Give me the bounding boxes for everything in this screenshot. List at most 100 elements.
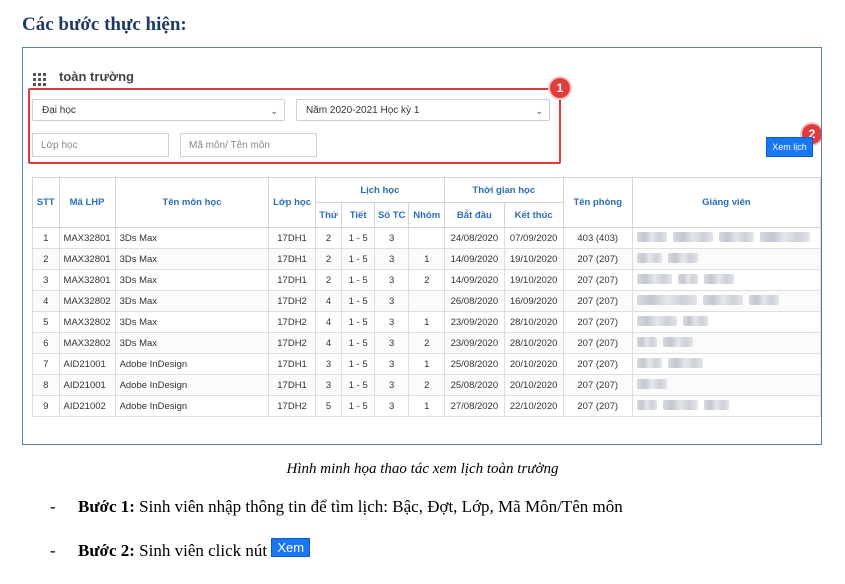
cell-bd: 24/08/2020	[443, 227, 505, 249]
section-heading: Các bước thực hiện:	[22, 14, 187, 35]
cell-lop: 17DH1	[268, 353, 316, 375]
cell-tc: 3	[373, 374, 410, 396]
cell-bd: 23/09/2020	[443, 311, 505, 333]
cell-thu: 3	[314, 353, 343, 375]
table-row: 9 AID21002 Adobe InDesign 17DH2 5 1 - 5 3 1 27/0…	[32, 395, 821, 417]
redacted-blur	[667, 357, 703, 368]
grid-menu-icon[interactable]	[33, 73, 47, 87]
cell-tc: 3	[373, 332, 410, 354]
cell-nhom: 1	[408, 248, 445, 270]
figure-caption: Hình minh họa thao tác xem lịch toàn trư…	[286, 461, 559, 477]
redacted-blur	[636, 336, 657, 347]
cell-nhom: 2	[408, 269, 445, 291]
cell-ma: MAX32802	[58, 290, 116, 312]
cell-ma: MAX32801	[58, 269, 116, 291]
subject-input[interactable]: Mã môn/ Tên môn	[180, 133, 317, 157]
redacted-blur	[702, 294, 743, 305]
cell-phong: 207 (207)	[562, 353, 633, 375]
cell-kt: 28/10/2020	[503, 332, 564, 354]
term-select-value: Năm 2020-2021 Học kỳ 1	[306, 105, 420, 116]
cell-stt: 5	[32, 311, 60, 333]
cell-tiet: 1 - 5	[341, 269, 375, 291]
cell-ten: 3Ds Max	[114, 290, 270, 312]
redacted-blur	[636, 315, 677, 326]
level-select[interactable]: Đại học ⌄	[32, 99, 285, 121]
header-phong: Tên phòng	[562, 177, 633, 228]
cell-kt: 20/10/2020	[503, 374, 564, 396]
cell-nhom: 1	[408, 353, 445, 375]
cell-thu: 4	[314, 332, 343, 354]
cell-tiet: 1 - 5	[341, 395, 375, 417]
table-row: 1 MAX32801 3Ds Max 17DH1 2 1 - 5 3 24/08/2020 07…	[32, 227, 821, 249]
header-ket-thuc: Kết thúc	[503, 202, 564, 228]
redacted-blur	[748, 294, 779, 305]
cell-tiet: 1 - 5	[341, 227, 375, 249]
redacted-blur	[636, 294, 697, 305]
redacted-blur	[718, 231, 754, 242]
view-schedule-button[interactable]: Xem lịch	[766, 137, 813, 157]
cell-tc: 3	[373, 227, 410, 249]
cell-tc: 3	[373, 290, 410, 312]
cell-phong: 207 (207)	[562, 311, 633, 333]
header-giang-vien: Giảng viên	[631, 177, 821, 228]
cell-tc: 3	[373, 248, 410, 270]
cell-bd: 26/08/2020	[443, 290, 505, 312]
cell-stt: 2	[32, 248, 60, 270]
cell-lop: 17DH1	[268, 374, 316, 396]
table-row: 5 MAX32802 3Ds Max 17DH2 4 1 - 5 3 1 23/09/2020 2…	[32, 311, 821, 333]
header-tiet: Tiết	[341, 202, 375, 228]
redacted-blur	[667, 252, 698, 263]
cell-bd: 23/09/2020	[443, 332, 505, 354]
cell-ten: 3Ds Max	[114, 269, 270, 291]
cell-ten: 3Ds Max	[114, 332, 270, 354]
redacted-blur	[636, 231, 667, 242]
cell-phong: 207 (207)	[562, 269, 633, 291]
cell-nhom	[408, 227, 445, 249]
cell-ten: Adobe InDesign	[114, 353, 270, 375]
cell-stt: 6	[32, 332, 60, 354]
redacted-blur	[703, 399, 729, 410]
cell-giang-vien-redacted	[631, 395, 821, 417]
cell-tc: 3	[373, 353, 410, 375]
header-lich-hoc: Lịch học	[314, 177, 445, 203]
cell-bd: 25/08/2020	[443, 353, 505, 375]
cell-thu: 2	[314, 227, 343, 249]
cell-tc: 3	[373, 395, 410, 417]
level-select-value: Đại học	[42, 105, 76, 116]
step-1-label: Bước 1:	[78, 497, 135, 516]
table-row: 3 MAX32801 3Ds Max 17DH1 2 1 - 5 3 2 14/09/2020 1…	[32, 269, 821, 291]
cell-phong: 207 (207)	[562, 290, 633, 312]
cell-thu: 2	[314, 248, 343, 270]
step-1: - Bước 1: Sinh viên nhập thông tin để tìm…	[50, 497, 623, 516]
redacted-blur	[662, 336, 693, 347]
cell-tiet: 1 - 5	[341, 290, 375, 312]
cell-phong: 207 (207)	[562, 374, 633, 396]
cell-giang-vien-redacted	[631, 353, 821, 375]
table-row: 6 MAX32802 3Ds Max 17DH2 4 1 - 5 3 2 23/09/2020 2…	[32, 332, 821, 354]
cell-ten: 3Ds Max	[114, 248, 270, 270]
cell-lop: 17DH1	[268, 269, 316, 291]
cell-kt: 07/09/2020	[503, 227, 564, 249]
cell-kt: 16/09/2020	[503, 290, 564, 312]
cell-kt: 28/10/2020	[503, 311, 564, 333]
cell-stt: 3	[32, 269, 60, 291]
cell-stt: 9	[32, 395, 60, 417]
cell-stt: 1	[32, 227, 60, 249]
class-input[interactable]: Lớp học	[32, 133, 169, 157]
table-row: 7 AID21001 Adobe InDesign 17DH1 3 1 - 5 3 1 25/0…	[32, 353, 821, 375]
table-row: 4 MAX32802 3Ds Max 17DH2 4 1 - 5 3 26/08/2020 16…	[32, 290, 821, 312]
header-ten-mon: Tên môn học	[114, 177, 270, 228]
table-row: 2 MAX32801 3Ds Max 17DH1 2 1 - 5 3 1 14/09/2020 1…	[32, 248, 821, 270]
cell-ma: MAX32802	[58, 311, 116, 333]
cell-tiet: 1 - 5	[341, 353, 375, 375]
term-select[interactable]: Năm 2020-2021 Học kỳ 1 ⌄	[296, 99, 550, 121]
cell-nhom: 1	[408, 395, 445, 417]
redacted-blur	[672, 231, 713, 242]
cell-lop: 17DH2	[268, 311, 316, 333]
cell-giang-vien-redacted	[631, 332, 821, 354]
cell-ma: AID21001	[58, 374, 116, 396]
step-2-text: Sinh viên click nút	[134, 541, 272, 560]
cell-tiet: 1 - 5	[341, 248, 375, 270]
redacted-blur	[636, 252, 662, 263]
cell-giang-vien-redacted	[631, 248, 821, 270]
